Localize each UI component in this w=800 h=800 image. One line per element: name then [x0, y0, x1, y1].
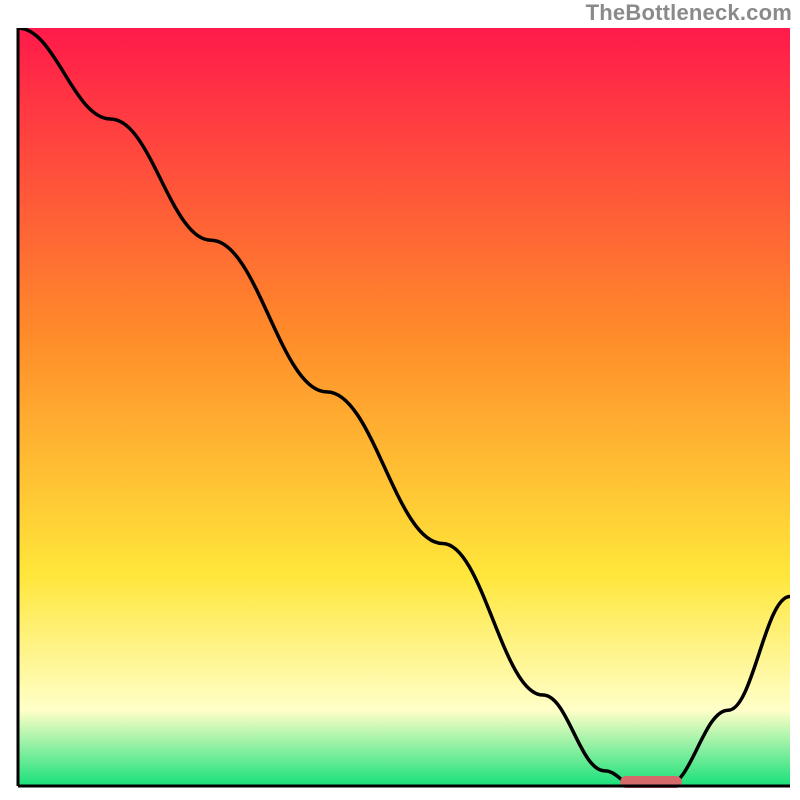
watermark-text: TheBottleneck.com — [586, 0, 792, 26]
gradient-background — [18, 28, 790, 786]
chart-stage: TheBottleneck.com — [0, 0, 800, 800]
bottleneck-chart — [0, 0, 800, 800]
